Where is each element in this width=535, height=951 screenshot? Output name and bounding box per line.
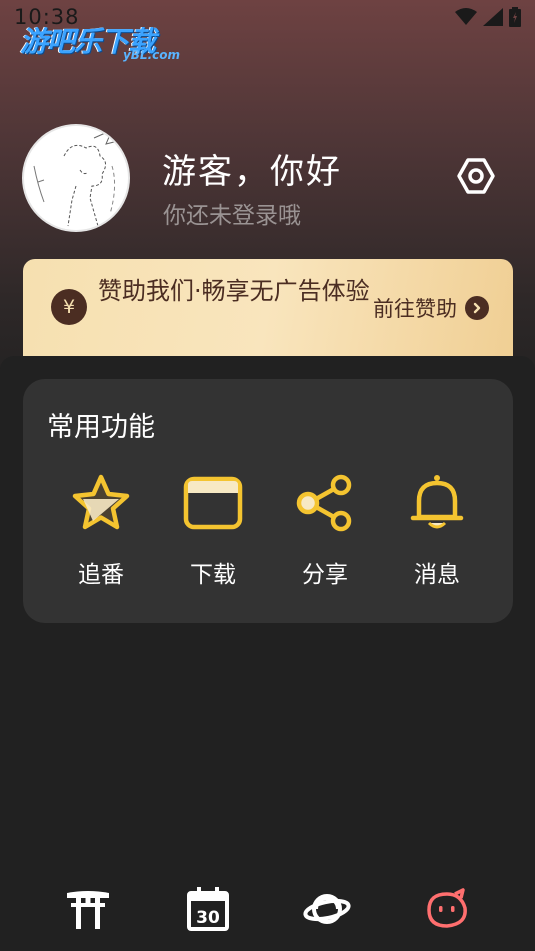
function-follow[interactable]: 追番: [46, 471, 156, 591]
sponsor-link-label: 前往赞助: [373, 297, 457, 321]
chevron-right-icon: [465, 296, 489, 320]
function-label: 消息: [414, 562, 460, 588]
function-label: 追番: [78, 562, 124, 588]
card-title: 常用功能: [47, 412, 155, 443]
common-functions-card: 常用功能 追番 下载 分享 消息: [23, 379, 513, 623]
function-label: 下载: [190, 562, 236, 588]
sponsor-banner[interactable]: ¥ 赞助我们·畅享无广告体验 前往赞助: [23, 259, 513, 359]
tab-discover[interactable]: [292, 874, 362, 944]
face-icon: [427, 887, 468, 928]
watermark-subtitle: yBL.com: [122, 48, 180, 62]
function-messages[interactable]: 消息: [382, 471, 492, 591]
planet-icon: [303, 893, 351, 924]
login-hint[interactable]: 你还未登录哦: [163, 196, 301, 230]
sponsor-text: 赞助我们·畅享无广告体验: [98, 277, 370, 305]
avatar-sketch-image: [33, 129, 123, 227]
bell-icon: [405, 471, 469, 535]
sponsor-link[interactable]: 前往赞助: [373, 293, 489, 323]
star-icon: [69, 471, 133, 535]
avatar[interactable]: [22, 124, 130, 232]
share-icon: [293, 471, 357, 535]
tab-home[interactable]: [53, 874, 123, 944]
bottom-tab-bar: 30: [0, 866, 535, 951]
yen-icon: ¥: [51, 289, 87, 325]
profile-header: 游客，你好 你还未登录哦: [22, 124, 512, 234]
wifi-icon: [455, 8, 477, 25]
function-download[interactable]: 下载: [158, 471, 268, 591]
torii-gate-icon: [66, 890, 109, 929]
settings-hexagon-icon: [457, 158, 495, 194]
calendar-30-icon: 30: [186, 886, 229, 931]
tab-schedule[interactable]: 30: [173, 874, 243, 944]
function-row: 追番 下载 分享 消息: [46, 471, 492, 591]
watermark-logo: 游吧乐下载 yBL.com: [18, 18, 188, 68]
battery-icon: [509, 7, 521, 27]
tab-profile[interactable]: [412, 874, 482, 944]
folder-icon: [181, 471, 245, 535]
status-icons: [455, 7, 521, 27]
settings-button[interactable]: [454, 154, 498, 198]
greeting-text: 游客，你好: [162, 152, 342, 192]
signal-icon: [483, 8, 503, 26]
function-share[interactable]: 分享: [270, 471, 380, 591]
svg-text:30: 30: [196, 908, 220, 928]
function-label: 分享: [302, 562, 348, 588]
